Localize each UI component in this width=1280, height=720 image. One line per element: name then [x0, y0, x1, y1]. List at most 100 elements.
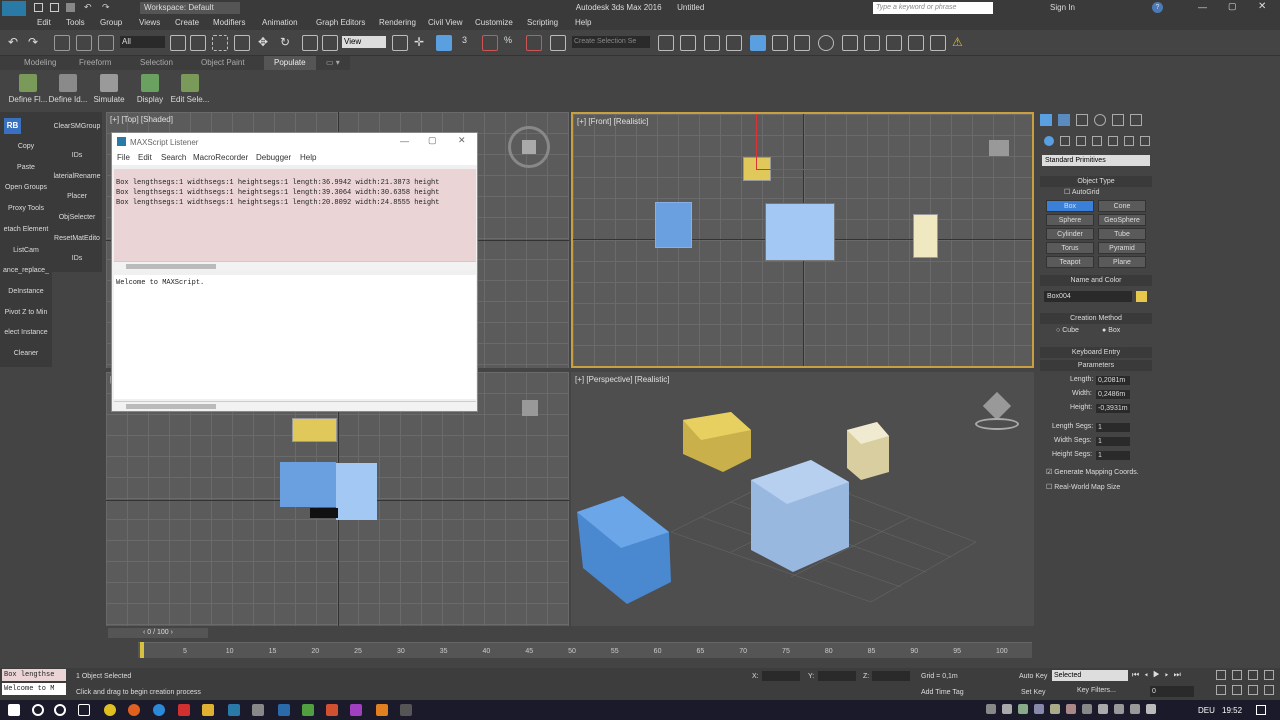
- cone-button[interactable]: Cone: [1098, 200, 1146, 212]
- app-icon-4[interactable]: [326, 704, 338, 716]
- edit-named-sets-icon[interactable]: [550, 35, 566, 51]
- listener-menu-help[interactable]: Help: [300, 153, 316, 162]
- script-button-instance-replace[interactable]: ance_replace_: [0, 267, 52, 274]
- viewcube-icon[interactable]: [522, 400, 538, 416]
- unlink-icon[interactable]: [76, 35, 92, 51]
- create-tab-icon[interactable]: [1040, 114, 1052, 126]
- viewport-label-top[interactable]: [+] [Top] [Shaded]: [110, 115, 173, 124]
- motion-tab-icon[interactable]: [1094, 114, 1106, 126]
- box-cream-front[interactable]: [913, 214, 938, 258]
- tray-icon-3[interactable]: [1018, 704, 1028, 714]
- width-segs-spinner[interactable]: 1: [1096, 437, 1130, 446]
- display-tab-icon[interactable]: [1112, 114, 1124, 126]
- tray-icon-10[interactable]: [1130, 704, 1140, 714]
- menu-civil-view[interactable]: Civil View: [428, 18, 463, 27]
- plane-button[interactable]: Plane: [1098, 256, 1146, 268]
- listener-output-pane[interactable]: Box lengthsegs:1 widthsegs:1 heightsegs:…: [114, 169, 476, 261]
- tray-icon-9[interactable]: [1114, 704, 1124, 714]
- listener-menu-file[interactable]: File: [117, 153, 130, 162]
- menu-create[interactable]: Create: [175, 18, 199, 27]
- mirror-icon[interactable]: [658, 35, 674, 51]
- script-button-clearsmgroup[interactable]: ClearSMGroup: [52, 123, 102, 130]
- percent-snap-icon[interactable]: %: [504, 35, 520, 51]
- viewport-label-front[interactable]: [+] [Front] [Realistic]: [577, 117, 648, 126]
- tube-button[interactable]: Tube: [1098, 228, 1146, 240]
- script-button-open-groups[interactable]: Open Groups: [0, 184, 52, 191]
- next-frame-icon[interactable]: ▸: [1165, 670, 1174, 679]
- field-of-view-icon[interactable]: [1216, 685, 1226, 695]
- edge-icon[interactable]: [153, 704, 165, 716]
- cameras-icon[interactable]: [1092, 136, 1102, 146]
- tray-icon-8[interactable]: [1098, 704, 1108, 714]
- menu-help[interactable]: Help: [575, 18, 591, 27]
- rollout-keyboard-entry[interactable]: Keyboard Entry: [1040, 347, 1152, 358]
- script-button-deinstance[interactable]: DeInstance: [0, 288, 52, 295]
- mini-listener-input[interactable]: Welcome to M: [2, 683, 66, 695]
- viewcube-icon[interactable]: [975, 391, 1019, 432]
- box-lightblue-front[interactable]: [765, 203, 835, 261]
- render-activeshade-icon[interactable]: [930, 35, 946, 51]
- select-object-icon[interactable]: [170, 35, 186, 51]
- zoom-extents-all-icon[interactable]: [1264, 670, 1274, 680]
- simulate-button[interactable]: Simulate: [89, 72, 129, 110]
- box-radio[interactable]: ● Box: [1102, 327, 1120, 334]
- app-icon-6[interactable]: [376, 704, 388, 716]
- output-hscrollbar[interactable]: [114, 261, 476, 270]
- notifications-icon[interactable]: [1256, 705, 1266, 715]
- length-spinner[interactable]: 0,2081m: [1096, 376, 1130, 385]
- scale-icon[interactable]: [302, 35, 318, 51]
- app-icon-5[interactable]: [350, 704, 362, 716]
- menu-edit[interactable]: Edit: [37, 18, 51, 27]
- rollout-parameters[interactable]: Parameters: [1040, 360, 1152, 371]
- length-segs-spinner[interactable]: 1: [1096, 423, 1130, 432]
- edit-selected-button[interactable]: Edit Sele...: [170, 72, 210, 110]
- render-iterative-icon[interactable]: [908, 35, 924, 51]
- graphite-toggle-icon[interactable]: [750, 35, 766, 51]
- angle-snap-icon[interactable]: [482, 35, 498, 51]
- width-spinner[interactable]: 0,2486m: [1096, 390, 1130, 399]
- pan-icon[interactable]: [1232, 685, 1242, 695]
- script-button-objselecter[interactable]: ObjSelecter: [52, 214, 102, 221]
- define-idle-button[interactable]: Define Id...: [48, 72, 88, 110]
- helpers-icon[interactable]: [1108, 136, 1118, 146]
- key-mode-dropdown[interactable]: Selected: [1052, 670, 1128, 681]
- script-button-copy[interactable]: Copy: [0, 143, 52, 150]
- viewcube-icon[interactable]: [508, 126, 550, 168]
- key-filters-button[interactable]: Key Filters...: [1077, 687, 1116, 694]
- geometry-icon[interactable]: [1044, 136, 1054, 146]
- minimize-icon[interactable]: —: [400, 136, 409, 146]
- clock[interactable]: 19:52: [1222, 706, 1242, 715]
- rendered-frame-icon[interactable]: [864, 35, 880, 51]
- layer-manager-icon[interactable]: [726, 35, 742, 51]
- shapes-icon[interactable]: [1060, 136, 1070, 146]
- app-icon-7[interactable]: [400, 704, 412, 716]
- primitive-category-dropdown[interactable]: Standard Primitives: [1042, 155, 1150, 166]
- menu-group[interactable]: Group: [100, 18, 122, 27]
- display-button[interactable]: Display: [130, 72, 170, 110]
- script-button-material-rename[interactable]: laterialRename: [52, 173, 102, 180]
- 3dsmax-taskbar-icon[interactable]: [228, 704, 240, 716]
- named-selection-set-dropdown[interactable]: Create Selection Se: [572, 36, 650, 48]
- rollout-creation-method[interactable]: Creation Method: [1040, 313, 1152, 324]
- material-editor-icon[interactable]: [818, 35, 834, 51]
- help-icon[interactable]: ?: [1152, 2, 1163, 13]
- box-button[interactable]: Box: [1046, 200, 1094, 212]
- menu-modifiers[interactable]: Modifiers: [213, 18, 245, 27]
- utilities-tab-icon[interactable]: [1130, 114, 1142, 126]
- torus-button[interactable]: Torus: [1046, 242, 1094, 254]
- script-button-proxy-tools[interactable]: Proxy Tools: [0, 205, 52, 212]
- app-icon-2[interactable]: [278, 704, 290, 716]
- spinner-snap-icon[interactable]: [526, 35, 542, 51]
- close-icon[interactable]: ✕: [1258, 1, 1266, 12]
- menu-tools[interactable]: Tools: [66, 18, 85, 27]
- script-button-listcam[interactable]: ListCam: [0, 247, 52, 254]
- object-color-swatch[interactable]: [1136, 291, 1147, 302]
- spacewarps-icon[interactable]: [1124, 136, 1134, 146]
- tab-freeform[interactable]: Freeform: [79, 58, 111, 67]
- tab-populate[interactable]: Populate: [264, 56, 316, 70]
- render-production-icon[interactable]: [886, 35, 902, 51]
- box-blue-front-1[interactable]: [655, 202, 692, 248]
- viewcube-icon[interactable]: [989, 140, 1009, 156]
- pyramid-button[interactable]: Pyramid: [1098, 242, 1146, 254]
- geosphere-button[interactable]: GeoSphere: [1098, 214, 1146, 226]
